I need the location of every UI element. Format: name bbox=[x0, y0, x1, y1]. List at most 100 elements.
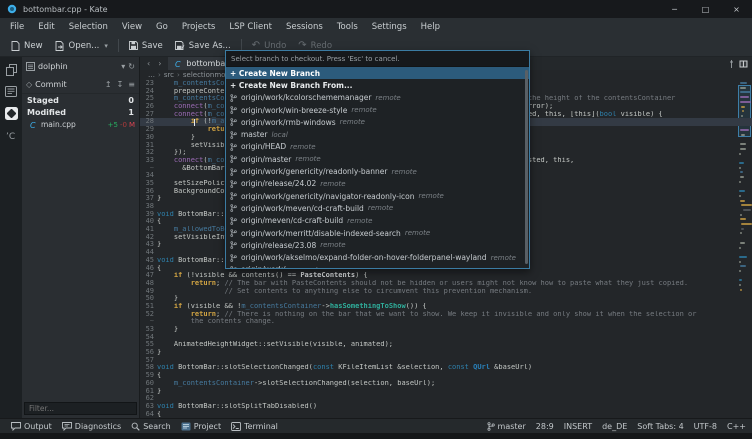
code-line[interactable]: 48 return; // The bar with PasteContents… bbox=[140, 280, 752, 288]
code-line[interactable]: 52 return; // There is nothing on the ba… bbox=[140, 311, 752, 319]
minimize-button[interactable]: ─ bbox=[659, 0, 690, 18]
dd-branch-icon bbox=[230, 229, 237, 237]
breadcrumb-collapsed[interactable]: … bbox=[148, 71, 155, 79]
branch-label: origin/HEAD bbox=[241, 142, 286, 151]
menu-item-view[interactable]: View bbox=[115, 20, 149, 34]
maximize-button[interactable]: □ bbox=[690, 0, 721, 18]
menu-item-edit[interactable]: Edit bbox=[31, 20, 61, 34]
modified-file-row[interactable]: Cmain.cpp+5-0M bbox=[22, 118, 139, 131]
branch-item[interactable]: origin/work/…remote bbox=[226, 264, 529, 268]
toolview-button-label: Output bbox=[24, 422, 52, 431]
toolview-button-output[interactable]: Output bbox=[6, 419, 57, 433]
save-button[interactable]: Save bbox=[123, 38, 169, 54]
menu-item-lsp-client[interactable]: LSP Client bbox=[222, 20, 279, 34]
branch-item[interactable]: origin/work/kcolorschememanagerremote bbox=[226, 92, 529, 104]
code-line[interactable]: 51 if (visible && !m_contentsContainer->… bbox=[140, 303, 752, 311]
breadcrumb-item-src[interactable]: src bbox=[164, 71, 174, 79]
code-line[interactable]: 49 // Set contents to anything else to c… bbox=[140, 288, 752, 296]
split-view-icon[interactable] bbox=[739, 60, 748, 68]
git-group-staged[interactable]: Staged0 bbox=[22, 94, 139, 106]
code-line[interactable]: 61} bbox=[140, 388, 752, 396]
git-menu-icon[interactable]: ≡ bbox=[128, 80, 135, 89]
code-line[interactable]: 54 bbox=[140, 334, 752, 342]
code-line[interactable]: ~ the contents change. bbox=[140, 318, 752, 326]
branch-item[interactable]: origin/work/rmb-windowsremote bbox=[226, 116, 529, 128]
branch-item[interactable]: origin/work/win-breeze-styleremote bbox=[226, 104, 529, 116]
chevron-down-icon[interactable]: ▾ bbox=[121, 62, 125, 71]
code-line[interactable]: 59{ bbox=[140, 372, 752, 380]
branch-item[interactable]: masterlocal bbox=[226, 128, 529, 140]
encoding[interactable]: UTF-8 bbox=[694, 422, 717, 431]
menu-item-sessions[interactable]: Sessions bbox=[279, 20, 330, 34]
close-button[interactable]: × bbox=[721, 0, 752, 18]
commit-button[interactable]: ◇ Commit bbox=[26, 80, 67, 89]
git-branch-status[interactable]: master bbox=[487, 422, 526, 431]
menu-item-file[interactable]: File bbox=[3, 20, 31, 34]
tab-settings[interactable]: Soft Tabs: 4 bbox=[637, 422, 683, 431]
code-line[interactable]: 64{ bbox=[140, 411, 752, 418]
toolview-git-icon[interactable] bbox=[2, 105, 20, 122]
branch-item[interactable]: origin/work/merritt/disable-indexed-sear… bbox=[226, 227, 529, 239]
menu-item-projects[interactable]: Projects bbox=[175, 20, 223, 34]
cursor-position[interactable]: 28:9 bbox=[536, 422, 554, 431]
input-mode[interactable]: INSERT bbox=[564, 422, 592, 431]
branch-prompt-input[interactable]: Select branch to checkout. Press 'Esc' t… bbox=[226, 51, 529, 67]
toolview-lsp-symbols-icon[interactable]: ’C bbox=[2, 127, 20, 144]
menu-item-settings[interactable]: Settings bbox=[365, 20, 414, 34]
toolview-button-project[interactable]: Project bbox=[176, 419, 226, 433]
menu-item-tools[interactable]: Tools bbox=[330, 20, 365, 34]
code-line[interactable]: 57 bbox=[140, 357, 752, 365]
code-line[interactable]: 50 } bbox=[140, 295, 752, 303]
toolview-documents-icon[interactable] bbox=[2, 61, 20, 78]
toolview-button-search[interactable]: Search bbox=[126, 419, 175, 433]
branch-item[interactable]: origin/release/23.08remote bbox=[226, 239, 529, 251]
branch-item[interactable]: origin/work/genericity/navigator-readonl… bbox=[226, 190, 529, 202]
branch-scope: remote bbox=[295, 155, 320, 163]
new-button[interactable]: New bbox=[5, 38, 49, 54]
pull-icon[interactable]: ↧ bbox=[117, 80, 124, 89]
dd-branch-icon bbox=[230, 143, 237, 151]
code-text: } bbox=[157, 388, 752, 396]
tab-next-icon[interactable]: › bbox=[158, 59, 161, 68]
git-group-label: Staged bbox=[27, 96, 59, 105]
dictionary[interactable]: de_DE bbox=[602, 422, 627, 431]
line-number: 33 bbox=[140, 157, 157, 165]
menu-item-help[interactable]: Help bbox=[414, 20, 447, 34]
filter-input[interactable] bbox=[24, 402, 137, 415]
code-line[interactable]: 58void BottomBar::slotSelectionChanged(c… bbox=[140, 364, 752, 372]
code-line[interactable]: 55 AnimatedHeightWidget::setVisible(visi… bbox=[140, 341, 752, 349]
branch-item[interactable]: origin/masterremote bbox=[226, 153, 529, 165]
code-line[interactable]: 56} bbox=[140, 349, 752, 357]
create-branch-item[interactable]: + Create New Branch From... bbox=[226, 79, 529, 91]
syntax-mode[interactable]: C++ bbox=[727, 422, 746, 431]
toolview-button-diagnostics[interactable]: Diagnostics bbox=[57, 419, 126, 433]
toolview-button-terminal[interactable]: Terminal bbox=[226, 419, 283, 433]
menu-item-go[interactable]: Go bbox=[149, 20, 175, 34]
project-selector-row: dolphin ▾ ↻ bbox=[22, 57, 139, 76]
branch-item[interactable]: origin/work/genericity/readonly-bannerre… bbox=[226, 165, 529, 177]
create-branch-item[interactable]: + Create New Branch bbox=[226, 67, 529, 79]
branch-scope: remote bbox=[491, 254, 516, 262]
menu-item-selection[interactable]: Selection bbox=[62, 20, 115, 34]
tab-prev-icon[interactable]: ‹ bbox=[147, 59, 150, 68]
toolview-projects-icon[interactable] bbox=[2, 83, 20, 100]
code-line[interactable]: 63void BottomBar::slotSplitTabDisabled() bbox=[140, 403, 752, 411]
kate-app-icon bbox=[7, 4, 17, 14]
pin-icon[interactable] bbox=[729, 60, 734, 68]
dropdown-scrollbar[interactable] bbox=[525, 70, 528, 264]
code-line[interactable]: 47 if (!visible && contents() == PasteCo… bbox=[140, 272, 752, 280]
branch-item[interactable]: origin/release/24.02remote bbox=[226, 178, 529, 190]
branch-item[interactable]: origin/work/meven/cd-craft-buildremote bbox=[226, 202, 529, 214]
git-group-modified[interactable]: Modified1 bbox=[22, 106, 139, 118]
code-line[interactable]: 53 } bbox=[140, 326, 752, 334]
reload-icon[interactable]: ↻ bbox=[128, 62, 135, 71]
project-name[interactable]: dolphin bbox=[38, 62, 68, 71]
push-icon[interactable]: ↥ bbox=[105, 80, 112, 89]
open-button[interactable]: Open...▾ bbox=[49, 38, 114, 54]
branch-item[interactable]: origin/meven/cd-craft-buildremote bbox=[226, 215, 529, 227]
branch-item[interactable]: origin/work/akselmo/expand-folder-on-hov… bbox=[226, 251, 529, 263]
code-line[interactable]: 62 bbox=[140, 395, 752, 403]
branch-item[interactable]: origin/HEADremote bbox=[226, 141, 529, 153]
code-line[interactable]: 60 m_contentsContainer->slotSelectionCha… bbox=[140, 380, 752, 388]
branch-label: origin/work/genericity/navigator-readonl… bbox=[241, 192, 415, 201]
